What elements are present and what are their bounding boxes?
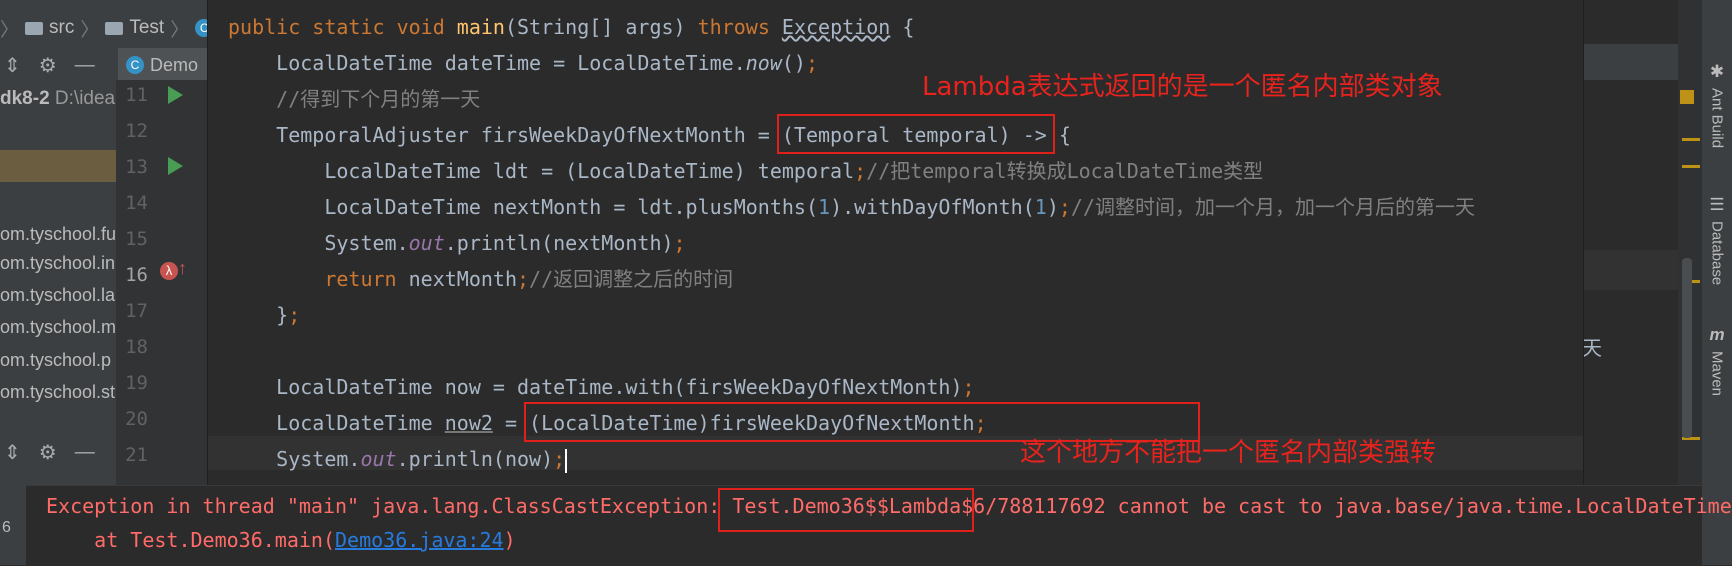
breadcrumb: 〉 src 〉 Test 〉 C t (0, 14, 225, 42)
error-stripe-mark[interactable] (1682, 165, 1700, 168)
tool-window-ant-build[interactable]: ✱ Ant Build (1703, 62, 1731, 148)
console-gutter: 6 (0, 485, 26, 565)
annotation-note: Lambda表达式返回的是一个匿名内部类对象 (922, 72, 1443, 102)
breadcrumb-item-src[interactable]: src (49, 17, 74, 39)
code-editor[interactable]: public static void main(String[] args) t… (208, 0, 1583, 485)
annotation-box-lambda-class (718, 488, 974, 532)
gear-icon[interactable]: ⚙ (39, 53, 57, 78)
line-number: 20 (125, 408, 148, 430)
scrollbar-thumb[interactable] (1682, 258, 1692, 438)
line-number: 21 (125, 444, 148, 466)
run-icon[interactable] (168, 157, 183, 175)
run-console: Exception in thread "main" java.lang.Cla… (26, 485, 1732, 566)
line-number: 13 (125, 156, 148, 178)
line-number: 11 (125, 84, 148, 106)
tool-window-label: Database (1708, 221, 1726, 286)
package-item[interactable]: om.tyschool.la (0, 285, 115, 306)
lambda-icon[interactable]: λ (160, 262, 178, 280)
unused-exception: Exception (781, 15, 891, 39)
database-icon: ☰ (1709, 195, 1725, 214)
hide-icon[interactable]: — (75, 54, 95, 77)
tool-window-maven[interactable]: m Maven (1703, 325, 1731, 396)
tool-window-database[interactable]: ☰ Database (1703, 195, 1731, 285)
package-item[interactable]: om.tyschool.fu (0, 224, 116, 245)
warning-marker[interactable] (1680, 90, 1694, 104)
code-line: LocalDateTime nextMonth = ldt.plusMonths… (228, 195, 1475, 219)
class-icon: C (126, 56, 144, 74)
background-code-fragment: 天 (1582, 336, 1602, 360)
gear-icon[interactable]: ⚙ (39, 440, 57, 465)
code-line: LocalDateTime dateTime = LocalDateTime.n… (228, 51, 819, 75)
breadcrumb-item-test[interactable]: Test (129, 17, 164, 39)
line-number: 15 (125, 228, 148, 250)
code-line: public static void main(String[] args) t… (228, 15, 915, 39)
code-line: System.out.println(nextMonth); (228, 231, 686, 255)
line-number-current: 16 (125, 264, 148, 286)
project-toolbar: ⇕ ⚙ — (0, 48, 120, 82)
code-comment: //得到下个月的第一天 (228, 87, 481, 111)
package-icon (105, 21, 124, 35)
editor-tab-demo[interactable]: C Demo (118, 48, 218, 82)
background-caret-line (1583, 250, 1685, 290)
project-root-name: dk8-2 (0, 88, 50, 109)
console-stack-line: at Test.Demo36.main(Demo36.java:24) (46, 528, 516, 552)
structure-toolbar: ⇕ ⚙ — (0, 435, 120, 469)
selected-tree-row[interactable] (0, 150, 116, 182)
run-icon[interactable] (168, 86, 183, 104)
line-number: 14 (125, 192, 148, 214)
line-number: 17 (125, 300, 148, 322)
collapse-icon[interactable]: ⇕ (4, 53, 21, 78)
code-line: return nextMonth;//返回调整之后的时间 (228, 267, 734, 291)
annotation-note: 这个地方不能把一个匿名内部类强转 (1020, 438, 1437, 468)
text-caret (565, 448, 568, 473)
line-number: 18 (125, 336, 148, 358)
project-root[interactable]: dk8-2 D:\idea (0, 88, 115, 110)
package-item[interactable]: om.tyschool.m (0, 317, 116, 338)
project-root-path: D:\idea (54, 88, 116, 109)
background-tabbar (1583, 44, 1685, 80)
collapse-icon[interactable]: ⇕ (4, 440, 21, 465)
package-item[interactable]: om.tyschool.p (0, 350, 111, 371)
package-item[interactable]: om.tyschool.st (0, 382, 115, 403)
ant-icon: ✱ (1709, 62, 1725, 81)
unused-variable: now2 (444, 411, 493, 435)
package-item[interactable]: om.tyschool.in (0, 253, 115, 274)
error-stripe-mark[interactable] (1682, 138, 1700, 141)
line-number: 19 (125, 372, 148, 394)
console-gutter-label: 6 (2, 519, 11, 536)
stacktrace-link[interactable]: Demo36.java:24 (335, 528, 504, 552)
maven-icon: m (1709, 325, 1725, 344)
code-line: LocalDateTime ldt = (LocalDateTime) temp… (228, 159, 1264, 183)
tool-window-label: Ant Build (1708, 88, 1726, 149)
breadcrumb-separator: 〉 (170, 19, 190, 41)
annotation-box-lambda (777, 114, 1055, 154)
code-line: }; (228, 303, 301, 327)
breadcrumb-separator: 〉 (80, 19, 100, 41)
editor-tab-label: Demo (150, 54, 199, 75)
code-line: LocalDateTime now = dateTime.with(firsWe… (228, 375, 975, 399)
code-line: System.out.println(now); (228, 447, 568, 473)
breadcrumb-separator: 〉 (0, 19, 20, 41)
hide-icon[interactable]: — (75, 441, 95, 464)
tool-window-label: Maven (1708, 351, 1726, 397)
line-number: 12 (125, 120, 148, 142)
return-arrow-icon: ↑ (178, 258, 187, 278)
folder-icon (25, 21, 44, 35)
